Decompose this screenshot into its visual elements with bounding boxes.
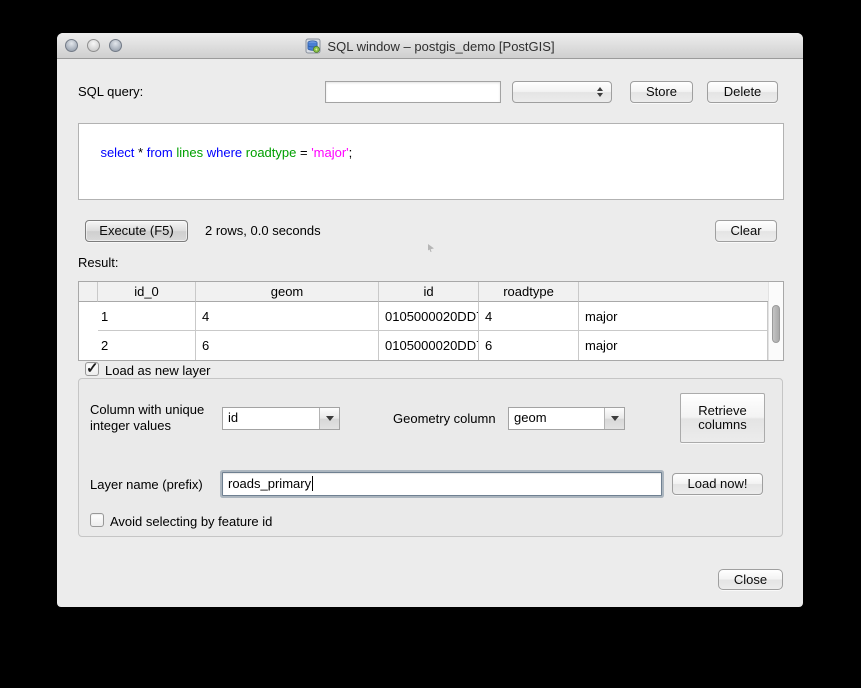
text-caret [312,476,313,491]
load-now-button[interactable]: Load now! [672,473,763,495]
cell-id_0[interactable]: 6 [196,331,379,360]
sql-token: select [100,145,134,160]
unique-column-label: Column with unique integer values [90,402,222,434]
result-table: id_0 geom id roadtype 1 4 0105000020DD7F… [78,281,784,361]
cell-roadtype[interactable]: major [579,302,768,331]
sql-token: ; [349,145,353,160]
table-filler [79,302,98,360]
stepper-arrows-icon [595,82,605,102]
close-button[interactable]: Close [718,569,783,590]
geometry-column-combobox[interactable]: geom [508,407,625,430]
column-header-id_0[interactable]: id_0 [98,282,196,302]
dropdown-arrow-icon[interactable] [319,408,339,429]
sql-token: = [296,145,311,160]
execute-button[interactable]: Execute (F5) [85,220,188,242]
table-corner-header [79,282,98,302]
sql-query-label: SQL query: [78,84,143,99]
query-name-input[interactable] [325,81,501,103]
retrieve-columns-button[interactable]: Retrieve columns [680,393,765,443]
layer-name-label: Layer name (prefix) [90,477,203,492]
cell-id[interactable]: 4 [479,302,579,331]
column-header-geom[interactable]: geom [196,282,379,302]
table-vertical-scrollbar[interactable] [768,282,783,360]
row-number[interactable]: 1 [98,302,196,331]
desktop-background: { "window": { "title": "SQL window – pos… [0,0,861,688]
cell-id_0[interactable]: 4 [196,302,379,331]
store-button[interactable]: Store [630,81,693,103]
query-status-text: 2 rows, 0.0 seconds [205,223,321,238]
row-number[interactable]: 2 [98,331,196,360]
avoid-selecting-label: Avoid selecting by feature id [110,514,272,529]
geometry-column-value: geom [514,410,602,425]
layer-name-value: roads_primary [228,476,311,491]
layer-name-input[interactable]: roads_primary [222,472,662,496]
cell-geom[interactable]: 0105000020DD7F00000... [379,302,479,331]
column-header-id[interactable]: id [379,282,479,302]
unique-column-value: id [228,410,317,425]
avoid-selecting-checkbox[interactable] [90,513,104,527]
cell-roadtype[interactable]: major [579,331,768,360]
sql-editor[interactable]: select * from lines where roadtype = 'ma… [78,123,784,200]
window-title: SQL window – postgis_demo [PostGIS] [327,39,554,54]
database-icon [305,38,321,54]
sql-token: roadtype [246,145,297,160]
load-as-new-layer-label: Load as new layer [105,363,211,378]
header-filler [579,282,768,302]
sql-window: SQL window – postgis_demo [PostGIS] SQL … [57,33,803,607]
result-grid: id_0 geom id roadtype 1 4 0105000020DD7F… [79,282,768,360]
delete-button[interactable]: Delete [707,81,778,103]
scrollbar-thumb[interactable] [772,305,780,343]
sql-token: 'major' [311,145,348,160]
title-bar[interactable]: SQL window – postgis_demo [PostGIS] [57,33,803,59]
title-block: SQL window – postgis_demo [PostGIS] [57,33,803,59]
unique-column-combobox[interactable]: id [222,407,340,430]
cell-id[interactable]: 6 [479,331,579,360]
saved-queries-select[interactable] [512,81,612,103]
cell-geom[interactable]: 0105000020DD7F00000... [379,331,479,360]
load-as-new-layer-checkbox[interactable] [85,362,99,376]
sql-token: lines [176,145,203,160]
column-header-roadtype[interactable]: roadtype [479,282,579,302]
sql-token: where [207,145,242,160]
clear-button[interactable]: Clear [715,220,777,242]
sql-token: * [134,145,146,160]
sql-token: from [147,145,173,160]
geometry-column-label: Geometry column [393,411,496,426]
result-label: Result: [78,255,118,270]
dropdown-arrow-icon[interactable] [604,408,624,429]
